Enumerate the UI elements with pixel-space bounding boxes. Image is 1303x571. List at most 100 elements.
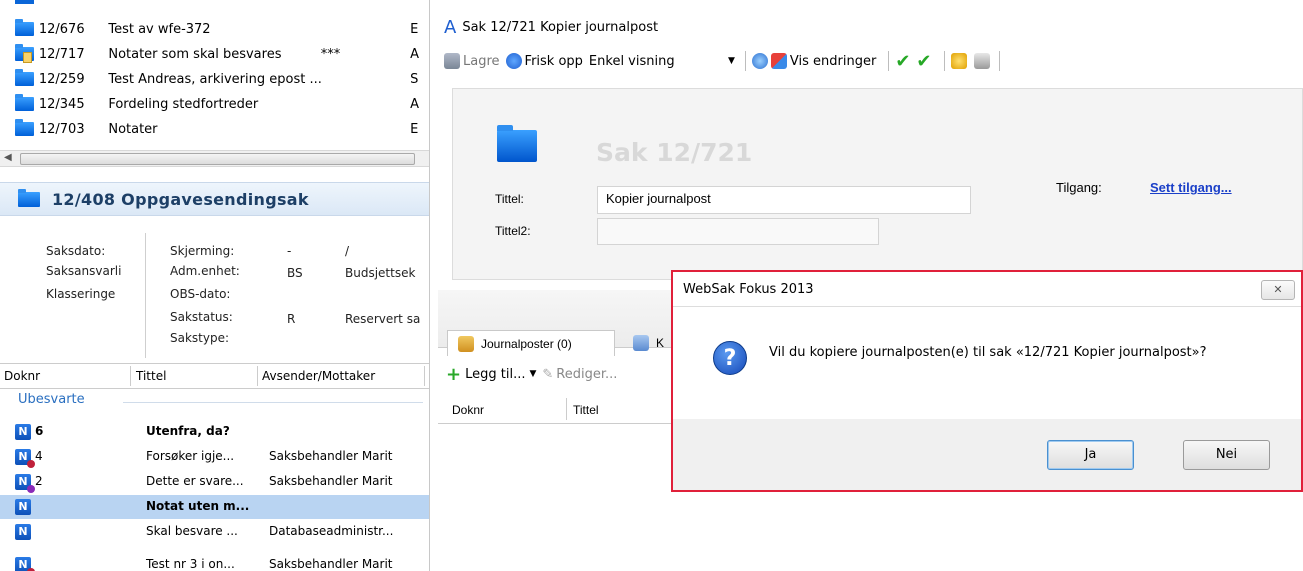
table-row-selected[interactable]: N Notat uten m... [0,495,429,519]
case-title: Notater som skal besvares [108,46,282,62]
doc-title: Test nr 3 i on... [146,557,235,571]
edit-button[interactable]: ✎ Rediger... [542,367,617,382]
pencil-icon: ✎ [542,366,554,382]
dialog-message: Vil du kopiere journalposten(e) til sak … [769,345,1207,360]
folder-icon [18,188,40,207]
table-row[interactable]: N 2 Dette er svare... Saksbehandler Mari… [0,470,429,494]
favorite-icon[interactable] [950,53,967,69]
column-header-tittel[interactable]: Tittel [573,403,599,417]
column-header-tittel[interactable]: Tittel [136,369,166,383]
access-label: Tilgang: [1056,180,1102,195]
show-changes-button[interactable]: Vis endringer [770,53,877,69]
action-bar: + Legg til... ▼ ✎ Rediger... [438,356,678,392]
case-title: Notater [108,121,158,137]
case-number: 12/259 [38,71,85,87]
doc-title: Utenfra, da? [146,424,230,438]
chevron-down-icon: ▼ [529,369,537,379]
group-label[interactable]: Ubesvarte [18,392,85,407]
note-n-alert-icon: N [15,557,35,571]
case-row[interactable]: 12/703 Notater E [0,117,429,141]
chevron-down-icon: ▼ [728,56,735,66]
scrollbar-thumb[interactable] [20,153,415,165]
meta-value: BS [287,266,303,280]
case-title: Fordeling stedfortreder [108,96,259,112]
case-row[interactable]: 12/345 Fordeling stedfortreder A [0,92,429,116]
view-select[interactable]: Enkel visning ▼ [589,54,739,69]
show-changes-label: Vis endringer [789,53,877,69]
horizontal-scrollbar[interactable]: ◀ [0,150,429,167]
column-header-doknr[interactable]: Doknr [452,403,484,417]
case-header: 12/408 Oppgavesendingsak [0,182,429,216]
refresh-button[interactable]: Frisk opp [505,53,583,69]
close-icon[interactable]: ✕ [1261,280,1295,300]
note-n-alert-icon: N [15,449,35,468]
column-header-sender[interactable]: Avsender/Mottaker [262,369,375,383]
plus-icon: + [446,363,462,385]
yes-button[interactable]: Ja [1047,440,1134,470]
question-icon: ? [713,341,747,375]
check-all-icon[interactable]: ✔ [916,51,931,72]
dialog-title: WebSak Fokus 2013 [683,282,814,297]
document-icon [633,335,649,351]
doc-title: Dette er svare... [146,474,244,488]
case-heading: Sak 12/721 [596,138,753,167]
no-button[interactable]: Nei [1183,440,1270,470]
set-access-link[interactable]: Sett tilgang... [1150,180,1232,195]
tab-label: Journalposter (0) [481,336,572,351]
add-button[interactable]: + Legg til... ▼ [446,364,536,385]
title-field[interactable]: Kopier journalpost [597,186,971,214]
meta-value: Reservert sa [345,312,421,326]
table-row[interactable]: N 4 Forsøker igje... Saksbehandler Marit [0,445,429,469]
note-n-edit-icon: N [15,474,35,493]
tab-other[interactable]: K [633,330,664,356]
scroll-left-icon[interactable]: ◀ [4,152,12,163]
meta-value: Budsjettsek [345,266,416,280]
folder-icon [15,0,34,4]
folder-icon [15,69,34,86]
case-row[interactable]: 12/259 Test Andreas, arkivering epost ..… [0,67,429,91]
journal-list-header: Doknr Tittel [438,396,678,424]
left-pane: 12/676 Test av wfe-372 E 12/717 Notater … [0,0,430,571]
doc-sender: Saksbehandler Marit [269,474,393,488]
save-button[interactable]: Lagre [444,53,500,69]
doc-title: Notat uten m... [146,499,250,513]
meta-value: R [287,312,296,326]
save-label: Lagre [463,53,500,69]
view-select-value: Enkel visning [588,53,675,69]
folder-icon [497,125,537,162]
doc-sender: Saksbehandler Marit [269,557,393,571]
title2-field[interactable] [597,218,879,245]
note-n-icon: N [15,499,31,515]
note-n-icon: N [15,424,31,440]
case-status: S [410,71,419,87]
confirm-dialog: WebSak Fokus 2013 ✕ ? Vil du kopiere jou… [671,270,1303,492]
table-row[interactable]: N Skal besvare ... Databaseadministr... [0,520,429,544]
add-label: Legg til... [465,366,526,382]
case-row[interactable]: 12/717 Notater som skal besvares *** A [0,42,429,66]
table-row[interactable]: N Test nr 3 i on... Saksbehandler Marit [0,553,429,571]
table-row[interactable]: N 6 Utenfra, da? [0,420,429,444]
doc-title: Skal besvare ... [146,524,238,538]
meta-label: OBS-dato: [170,287,231,301]
case-row[interactable]: 12/676 Test av wfe-372 E [0,17,429,41]
meta-label: Sakstype: [170,331,230,345]
meta-value: - [287,244,292,258]
case-status: E [410,21,419,37]
meta-label: Klasseringe [46,287,116,301]
case-mark: *** [320,46,341,62]
folder-icon [15,19,34,36]
window-titlebar: A Sak 12/721 Kopier journalpost [438,14,1303,40]
column-header-doknr[interactable]: Doknr [4,369,40,383]
tab-journalposter[interactable]: Journalposter (0) [447,330,615,356]
case-status: E [410,121,419,137]
divider [998,51,1000,71]
check-icon[interactable]: ✔ [895,51,910,72]
meta-value: / [345,244,350,258]
journal-icon [458,335,474,352]
divider [943,51,945,71]
globe-icon[interactable] [751,53,768,69]
divider [123,402,423,403]
dialog-titlebar: WebSak Fokus 2013 ✕ [673,272,1301,307]
doc-sender: Databaseadministr... [269,524,394,538]
print-icon[interactable] [973,53,990,69]
